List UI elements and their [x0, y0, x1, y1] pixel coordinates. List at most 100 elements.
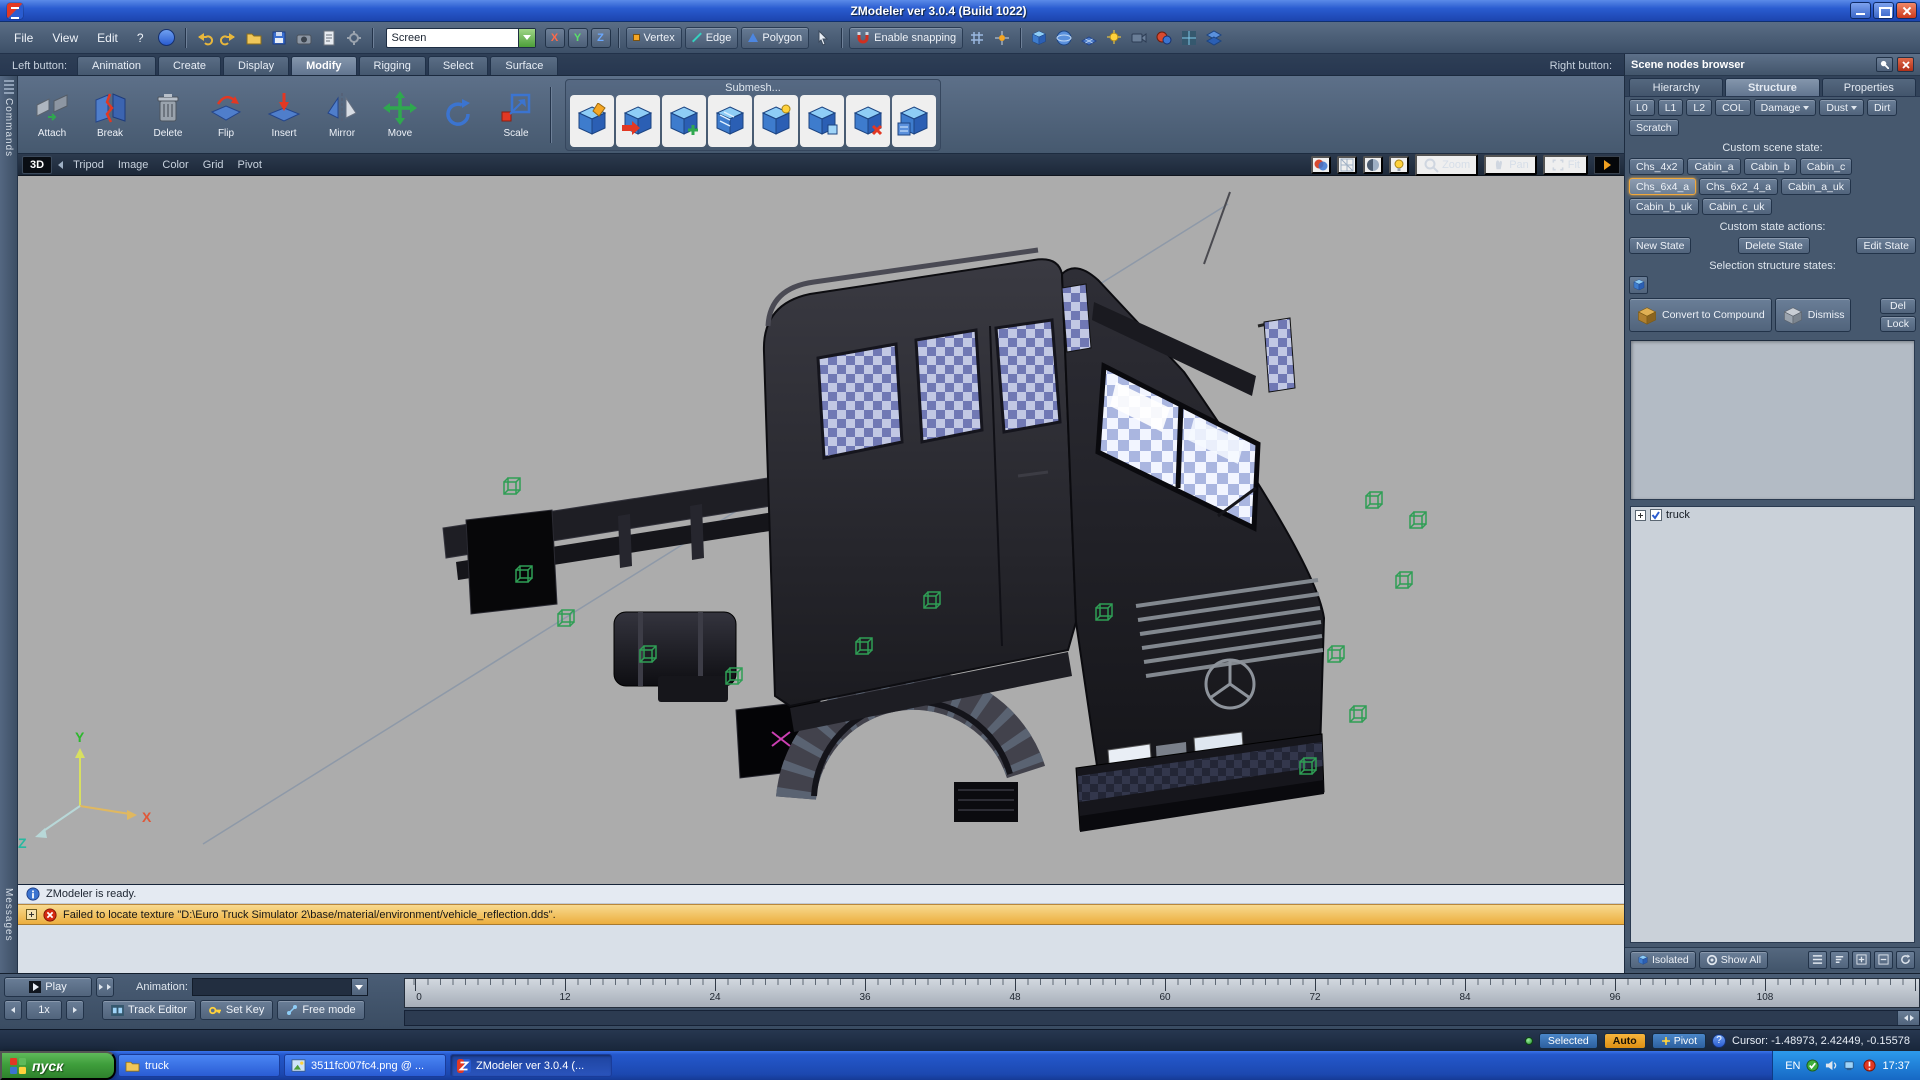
menu-edit[interactable]: Edit: [89, 28, 126, 48]
menu-file[interactable]: File: [6, 28, 41, 48]
tool-button-8[interactable]: [1203, 27, 1225, 49]
question-icon[interactable]: [1712, 1034, 1726, 1048]
tool-button-4[interactable]: [1103, 27, 1125, 49]
snap-vertex-button[interactable]: [991, 27, 1013, 49]
message-row-info[interactable]: ZModeler is ready.: [18, 885, 1624, 904]
tab-modify[interactable]: Modify: [291, 56, 356, 75]
submesh-tool-4-button[interactable]: [708, 95, 752, 147]
help-icon[interactable]: [158, 29, 175, 46]
break-tool-button[interactable]: Break: [82, 80, 138, 150]
timeline-scroll-button[interactable]: [1897, 1011, 1919, 1025]
state-chs-6x4-a-button[interactable]: Chs_6x4_a: [1629, 178, 1696, 195]
mirror-tool-button[interactable]: Mirror: [314, 80, 370, 150]
state-chs-6x2-4-a-button[interactable]: Chs_6x2_4_a: [1699, 178, 1778, 195]
submesh-tool-8-button[interactable]: [892, 95, 936, 147]
tool-button-1[interactable]: [1028, 27, 1050, 49]
taskbar-window-image[interactable]: 3511fc007fc4.png @ ...: [284, 1054, 446, 1077]
flip-tool-button[interactable]: Flip: [198, 80, 254, 150]
tool-button-5[interactable]: [1128, 27, 1150, 49]
state-cabin-c-uk-button[interactable]: Cabin_c_uk: [1702, 198, 1771, 215]
redo-button[interactable]: [218, 27, 240, 49]
track-editor-button[interactable]: Track Editor: [102, 1000, 196, 1020]
tab-properties[interactable]: Properties: [1822, 78, 1916, 96]
edit-state-button[interactable]: Edit State: [1856, 237, 1916, 254]
axis-x-toggle[interactable]: X: [545, 28, 565, 48]
edge-mode-toggle[interactable]: Edge: [685, 27, 739, 49]
wireframe-view-button[interactable]: [1337, 156, 1357, 174]
lod-scratch-button[interactable]: Scratch: [1629, 119, 1679, 136]
network-tray-icon[interactable]: [1844, 1059, 1857, 1072]
tab-surface[interactable]: Surface: [490, 56, 558, 75]
tree-item-truck[interactable]: truck: [1631, 507, 1914, 523]
viewport-menu-button[interactable]: [1594, 156, 1620, 174]
screen-combobox[interactable]: Screen: [386, 28, 536, 48]
free-mode-button[interactable]: Free mode: [277, 1000, 364, 1020]
del-button[interactable]: Del: [1880, 298, 1916, 314]
fit-button[interactable]: Fit: [1543, 155, 1588, 175]
pivot-toggle[interactable]: Pivot: [234, 159, 266, 171]
color-toggle[interactable]: Color: [158, 159, 192, 171]
state-cabin-a-uk-button[interactable]: Cabin_a_uk: [1781, 178, 1851, 195]
step-forward-button[interactable]: [66, 1000, 84, 1020]
tool-button-6[interactable]: [1153, 27, 1175, 49]
state-cabin-c-button[interactable]: Cabin_c: [1800, 158, 1853, 175]
expander-plus-icon[interactable]: [1635, 510, 1646, 521]
submesh-tool-1-button[interactable]: [570, 95, 614, 147]
rotate-tool-button[interactable]: [430, 80, 486, 150]
options-button[interactable]: [343, 27, 365, 49]
tab-display[interactable]: Display: [223, 56, 289, 75]
select-mode-button[interactable]: [812, 27, 834, 49]
checkbox-checked-icon[interactable]: [1650, 509, 1662, 521]
menu-view[interactable]: View: [44, 28, 86, 48]
tab-rigging[interactable]: Rigging: [359, 56, 426, 75]
security-tray-icon[interactable]: [1806, 1059, 1819, 1072]
timeline-track-strip[interactable]: [404, 1010, 1920, 1026]
notes-button[interactable]: [318, 27, 340, 49]
scale-tool-button[interactable]: Scale: [488, 80, 544, 150]
lighting-button[interactable]: [1389, 156, 1409, 174]
tab-hierarchy[interactable]: Hierarchy: [1629, 78, 1723, 96]
dismiss-button[interactable]: Dismiss: [1775, 298, 1852, 332]
combobox-dropdown-button[interactable]: [351, 979, 367, 995]
tool-button-7[interactable]: [1178, 27, 1200, 49]
polygon-mode-toggle[interactable]: Polygon: [741, 27, 809, 49]
isolated-button[interactable]: Isolated: [1630, 951, 1696, 969]
lod-l0-button[interactable]: L0: [1629, 99, 1655, 116]
convert-to-compound-button[interactable]: Convert to Compound: [1629, 298, 1772, 332]
clock[interactable]: 17:37: [1882, 1060, 1910, 1072]
combobox-dropdown-button[interactable]: [518, 29, 535, 47]
speed-button[interactable]: 1x: [26, 1000, 62, 1020]
play-button[interactable]: Play: [4, 977, 92, 997]
grid-toggle[interactable]: Grid: [199, 159, 228, 171]
move-tool-button[interactable]: Move: [372, 80, 428, 150]
play-options-button[interactable]: [96, 977, 114, 997]
tab-create[interactable]: Create: [158, 56, 221, 75]
lod-dust-button[interactable]: Dust: [1819, 99, 1864, 116]
new-state-button[interactable]: New State: [1629, 237, 1691, 254]
submesh-tool-6-button[interactable]: [800, 95, 844, 147]
zoom-button[interactable]: Zoom: [1415, 154, 1478, 176]
start-button[interactable]: пуск: [0, 1051, 116, 1080]
auto-badge[interactable]: Auto: [1604, 1033, 1646, 1049]
commands-dock-strip[interactable]: Commands: [0, 76, 18, 884]
lod-l1-button[interactable]: L1: [1658, 99, 1684, 116]
lock-button[interactable]: Lock: [1880, 316, 1916, 332]
state-cabin-b-button[interactable]: Cabin_b: [1744, 158, 1797, 175]
tool-button-3[interactable]: [1078, 27, 1100, 49]
selection-states-list[interactable]: [1630, 340, 1915, 500]
taskbar-window-zmodeler[interactable]: ZModeler ver 3.0.4 (...: [450, 1054, 612, 1077]
submesh-tool-3-button[interactable]: [662, 95, 706, 147]
axis-y-toggle[interactable]: Y: [568, 28, 588, 48]
collapse-all-button[interactable]: [1874, 951, 1893, 969]
minimize-button[interactable]: [1850, 2, 1871, 19]
timeline-ruler[interactable]: 0 12 24 36 48 60 72 84 96 108: [404, 978, 1920, 1008]
state-chs-4x2-button[interactable]: Chs_4x2: [1629, 158, 1684, 175]
close-button[interactable]: [1896, 2, 1917, 19]
delete-tool-button[interactable]: Delete: [140, 80, 196, 150]
state-cabin-a-button[interactable]: Cabin_a: [1687, 158, 1740, 175]
pin-panel-button[interactable]: [1876, 57, 1893, 72]
expander-plus-icon[interactable]: [26, 909, 37, 920]
maximize-button[interactable]: [1873, 2, 1894, 19]
insert-tool-button[interactable]: Insert: [256, 80, 312, 150]
set-key-button[interactable]: Set Key: [200, 1000, 274, 1020]
